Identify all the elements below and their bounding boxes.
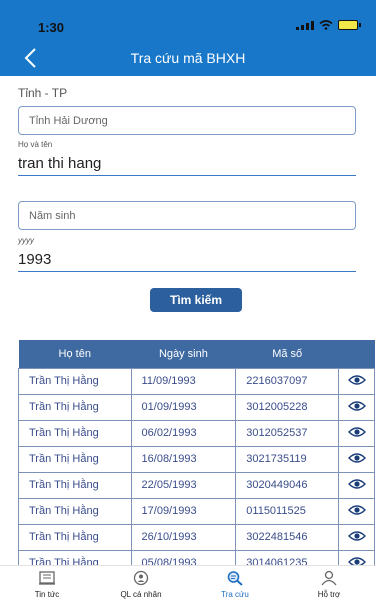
row-name: Trần Thị Hằng: [18, 445, 132, 473]
results-container: Họ tên Ngày sinh Mã số Trần Thị Hằng 11/0…: [0, 340, 376, 568]
row-dob: 16/08/1993: [130, 445, 237, 473]
row-name: Trần Thị Hằng: [18, 419, 132, 447]
birth-year-placeholder: Năm sinh: [29, 209, 76, 222]
name-value: tran thi hang: [18, 155, 102, 172]
row-dob: 26/10/1993: [130, 523, 237, 551]
view-button[interactable]: [338, 471, 375, 499]
birth-year-field[interactable]: Năm sinh: [18, 201, 356, 230]
results-table: Họ tên Ngày sinh Mã số Trần Thị Hằng 11/0…: [18, 340, 375, 568]
row-code: 3022481546: [235, 523, 340, 551]
tab-lookup-label: Tra cứu: [221, 590, 249, 599]
tab-support[interactable]: Hỗ trợ: [282, 566, 376, 609]
birth-year-input[interactable]: 1993: [18, 248, 356, 272]
row-dob: 22/05/1993: [130, 471, 237, 499]
birth-year-value: 1993: [18, 251, 52, 268]
row-code: 3012052537: [235, 419, 340, 447]
row-dob: 06/02/1993: [130, 419, 237, 447]
row-code: 3020449046: [235, 471, 340, 499]
row-code: 2216037097: [235, 367, 340, 395]
tab-news[interactable]: Tin tức: [0, 566, 94, 609]
view-button[interactable]: [338, 445, 375, 473]
signal-icon: [296, 20, 314, 30]
support-person-icon: [321, 570, 337, 586]
row-code: 3021735119: [235, 445, 340, 473]
table-row: Trần Thị Hằng 26/10/1993 3022481546: [18, 523, 375, 551]
table-row: Trần Thị Hằng 17/09/1993 0115011525: [18, 497, 375, 525]
name-field[interactable]: tran thi hang: [18, 152, 356, 176]
eye-icon: [347, 426, 366, 437]
header-dob: Ngày sinh: [131, 340, 236, 368]
row-name: Trần Thị Hằng: [18, 523, 132, 551]
table-row: Trần Thị Hằng 01/09/1993 3012005228: [18, 393, 375, 421]
row-name: Trần Thị Hằng: [18, 471, 132, 499]
eye-icon: [347, 530, 366, 541]
view-button[interactable]: [338, 523, 375, 551]
row-name: Trần Thị Hằng: [18, 393, 132, 421]
nav-bar: Tra cứu mã BHXH: [0, 40, 376, 76]
search-button[interactable]: Tìm kiếm: [150, 288, 242, 312]
view-button[interactable]: [338, 367, 375, 395]
row-dob: 17/09/1993: [130, 497, 237, 525]
tab-lookup[interactable]: Tra cứu: [188, 566, 282, 609]
eye-icon: [347, 452, 366, 463]
row-dob: 01/09/1993: [130, 393, 237, 421]
table-row: Trần Thị Hằng 06/02/1993 3012052537: [18, 419, 375, 447]
status-time: 1:30: [38, 20, 65, 35]
wifi-icon: [319, 20, 333, 30]
search-document-icon: [227, 571, 243, 586]
eye-icon: [347, 478, 366, 489]
tab-news-label: Tin tức: [34, 590, 60, 599]
name-label: Họ và tên: [18, 140, 53, 149]
newspaper-icon: [39, 571, 55, 585]
tab-support-label: Hỗ trợ: [317, 590, 341, 599]
province-label: Tỉnh - TP: [18, 86, 68, 100]
province-select[interactable]: Tỉnh Hải Dương: [18, 106, 356, 135]
eye-icon: [347, 504, 366, 515]
status-bar: 1:30: [0, 0, 376, 40]
view-button[interactable]: [338, 419, 375, 447]
page-title: Tra cứu mã BHXH: [130, 50, 246, 66]
eye-icon: [347, 374, 366, 385]
row-code: 3012005228: [235, 393, 340, 421]
view-button[interactable]: [338, 393, 375, 421]
table-row: Trần Thị Hằng 11/09/1993 2216037097: [18, 367, 375, 395]
table-row: Trần Thị Hằng 16/08/1993 3021735119: [18, 445, 375, 473]
tab-personal-label: QL cá nhân: [120, 590, 162, 599]
province-value: Tỉnh Hải Dương: [29, 114, 108, 127]
table-row: Trần Thị Hằng 22/05/1993 3020449046: [18, 471, 375, 499]
row-dob: 11/09/1993: [130, 367, 237, 395]
eye-icon: [347, 400, 366, 411]
battery-icon: [338, 20, 361, 30]
header-code: Mã số: [235, 340, 339, 368]
row-name: Trần Thị Hằng: [18, 497, 132, 525]
birth-year-label: yyyy: [18, 236, 34, 245]
profile-badge-icon: [133, 570, 149, 586]
row-code: 0115011525: [235, 497, 340, 525]
view-button[interactable]: [338, 497, 375, 525]
status-icons: [296, 20, 361, 30]
tab-personal[interactable]: QL cá nhân: [94, 566, 188, 609]
table-header-row: Họ tên Ngày sinh Mã số: [18, 340, 375, 368]
header-action: [338, 340, 375, 368]
header-name: Họ tên: [18, 340, 132, 368]
tab-bar: Tin tức QL cá nhân Tra cứu Hỗ trợ: [0, 565, 376, 609]
row-name: Trần Thị Hằng: [18, 367, 132, 395]
